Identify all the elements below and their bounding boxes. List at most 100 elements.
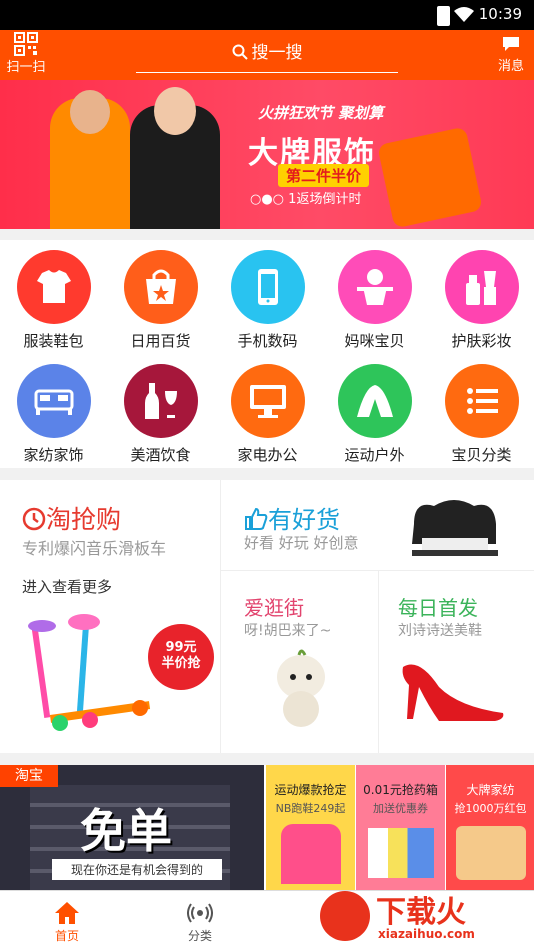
price-label: 半价抢 (161, 656, 201, 671)
ad-box-title: 0.01元抢药箱 (363, 783, 438, 797)
banner-subtitle: 第二件半价 (278, 164, 370, 187)
clock: 10:39 (478, 5, 522, 23)
shopping-bag-icon (123, 250, 198, 324)
coat-image (377, 126, 483, 229)
tab-category-label: 分类 (187, 929, 212, 943)
taobao-banner[interactable]: 淘宝 免单 现在你还是有机会得到的 运动爆款抢定 NB跑鞋249起 0.01元抢… (0, 765, 534, 890)
tab-category[interactable]: 分类 (155, 891, 245, 944)
category-label: 妈咪宝贝 (344, 332, 405, 350)
cosmetics-icon (444, 250, 519, 324)
category-label: 家纺家饰 (23, 446, 84, 464)
scan-button[interactable]: 扫一扫 (6, 32, 46, 75)
watermark-url: xiazaihuo.com (378, 927, 475, 941)
search-label: 搜一搜 (251, 43, 303, 63)
category-label: 护肤彩妆 (451, 332, 512, 350)
app-header: 扫一扫 搜一搜 消息 (0, 30, 534, 80)
search-icon (232, 44, 248, 60)
bedding-image (455, 826, 526, 880)
ad-box-subtitle: NB跑鞋249起 (275, 802, 346, 815)
category-item[interactable]: 妈咪宝贝 (321, 250, 428, 351)
tshirt-icon (16, 250, 91, 324)
youhaohuo-subtitle: 好看 好玩 好创意 (244, 534, 359, 552)
watermark-text: 下载火 (376, 895, 466, 930)
category-label: 家电办公 (237, 446, 298, 464)
meirishoufa-title: 每日首发 (398, 596, 478, 620)
baby-icon (337, 250, 412, 324)
watermark-logo: 下载火 xiazaihuo.com (316, 885, 526, 947)
category-label: 日用百货 (130, 332, 191, 350)
category-label: 运动户外 (344, 446, 405, 464)
taoqiang-card[interactable]: 淘抢购 专利爆闪音乐滑板车 进入查看更多 99元 半价抢 (0, 480, 220, 753)
category-item[interactable]: 美酒饮食 (107, 364, 214, 465)
scooter-image (28, 614, 151, 731)
bed-icon (16, 364, 91, 438)
youhaohuo-card[interactable]: 有好货 好看 好玩 好创意 (221, 480, 534, 570)
aiguangjie-subtitle: 呀!胡巴来了~ (244, 623, 332, 639)
category-item[interactable]: 护肤彩妆 (428, 250, 534, 351)
chat-bubble-icon (503, 37, 519, 51)
category-item[interactable]: 家纺家饰 (0, 364, 107, 465)
category-item[interactable]: 手机数码 (214, 250, 321, 351)
search-bar[interactable]: 搜一搜 (136, 36, 398, 73)
price-badge: 99元 半价抢 (148, 624, 214, 690)
status-bar: 10:39 (0, 0, 534, 30)
wifi-icon (454, 7, 474, 22)
sofa-image (412, 500, 498, 556)
qr-code-icon (14, 32, 38, 56)
meirishoufa-subtitle: 刘诗诗送美鞋 (398, 623, 482, 639)
taoqiang-title: 淘抢购 (22, 500, 121, 536)
message-button[interactable]: 消息 (496, 32, 526, 74)
list-icon (444, 364, 519, 438)
tab-home-label: 首页 (54, 929, 79, 943)
monitor-icon (230, 364, 305, 438)
model-woman-image (130, 87, 220, 229)
aiguangjie-card[interactable]: 爱逛街 呀!胡巴来了~ (221, 571, 378, 753)
category-label: 美酒饮食 (130, 446, 191, 464)
medicine-image (367, 828, 434, 878)
ad-box-subtitle: 抢1000万红包 (454, 802, 527, 815)
category-item[interactable]: 宝贝分类 (428, 364, 534, 465)
meirishoufa-card[interactable]: 每日首发 刘诗诗送美鞋 (379, 571, 534, 753)
taobao-free-order-ad[interactable]: 淘宝 免单 现在你还是有机会得到的 (0, 765, 264, 890)
ad-box[interactable]: 0.01元抢药箱 加送优惠券 (356, 765, 445, 890)
category-label: 手机数码 (237, 332, 298, 350)
fire-logo-icon (320, 891, 370, 941)
phone-icon (230, 250, 305, 324)
ad-box-title: 运动爆款抢定 (274, 783, 347, 797)
taoqiang-subtitle: 专利爆闪音乐滑板车 (22, 539, 167, 558)
category-item[interactable]: 家电办公 (214, 364, 321, 465)
countdown-text: 1返场倒计时 (288, 192, 362, 207)
clock-icon (22, 507, 46, 531)
aiguangjie-title: 爱逛街 (244, 596, 304, 620)
category-label: 宝贝分类 (451, 446, 512, 464)
taobao-badge: 淘宝 (0, 765, 58, 787)
plush-toy-image (277, 649, 325, 727)
taoqiang-title-text: 淘抢购 (46, 505, 122, 534)
price-value: 99元 (165, 640, 197, 655)
promo-section: 淘抢购 专利爆闪音乐滑板车 进入查看更多 99元 半价抢 有好货 好看 好玩 好创… (0, 480, 534, 753)
free-order-text: 免单 (80, 804, 172, 858)
red-shoe-image (402, 664, 504, 721)
category-item[interactable]: 日用百货 (107, 250, 214, 351)
scan-label: 扫一扫 (6, 60, 46, 75)
thumbs-up-icon (245, 507, 268, 530)
message-label: 消息 (497, 59, 524, 74)
promo-banner[interactable]: 火拼狂欢节 聚划算 大牌服饰 第二件半价 ○●○ 1返场倒计时 (0, 80, 534, 229)
broadcast-icon (187, 903, 213, 923)
ad-box[interactable]: 运动爆款抢定 NB跑鞋249起 (266, 765, 355, 890)
tent-icon (337, 364, 412, 438)
ad-box[interactable]: 大牌家纺 抢1000万红包 (446, 765, 534, 890)
tab-home[interactable]: 首页 (22, 891, 112, 944)
ad-box-title: 大牌家纺 (466, 783, 515, 797)
banner-tag: 火拼狂欢节 聚划算 (258, 104, 384, 122)
youhaohuo-title: 有好货 (244, 500, 340, 535)
battery-icon (437, 6, 450, 26)
category-item[interactable]: 运动户外 (321, 364, 428, 465)
model-man-image (50, 90, 130, 229)
category-label: 服装鞋包 (23, 332, 84, 350)
youhaohuo-title-text: 有好货 (268, 506, 340, 534)
ad-box-subtitle: 加送优惠券 (373, 802, 428, 815)
home-icon (55, 902, 79, 924)
view-more-link[interactable]: 进入查看更多 (22, 576, 112, 597)
category-item[interactable]: 服装鞋包 (0, 250, 107, 351)
